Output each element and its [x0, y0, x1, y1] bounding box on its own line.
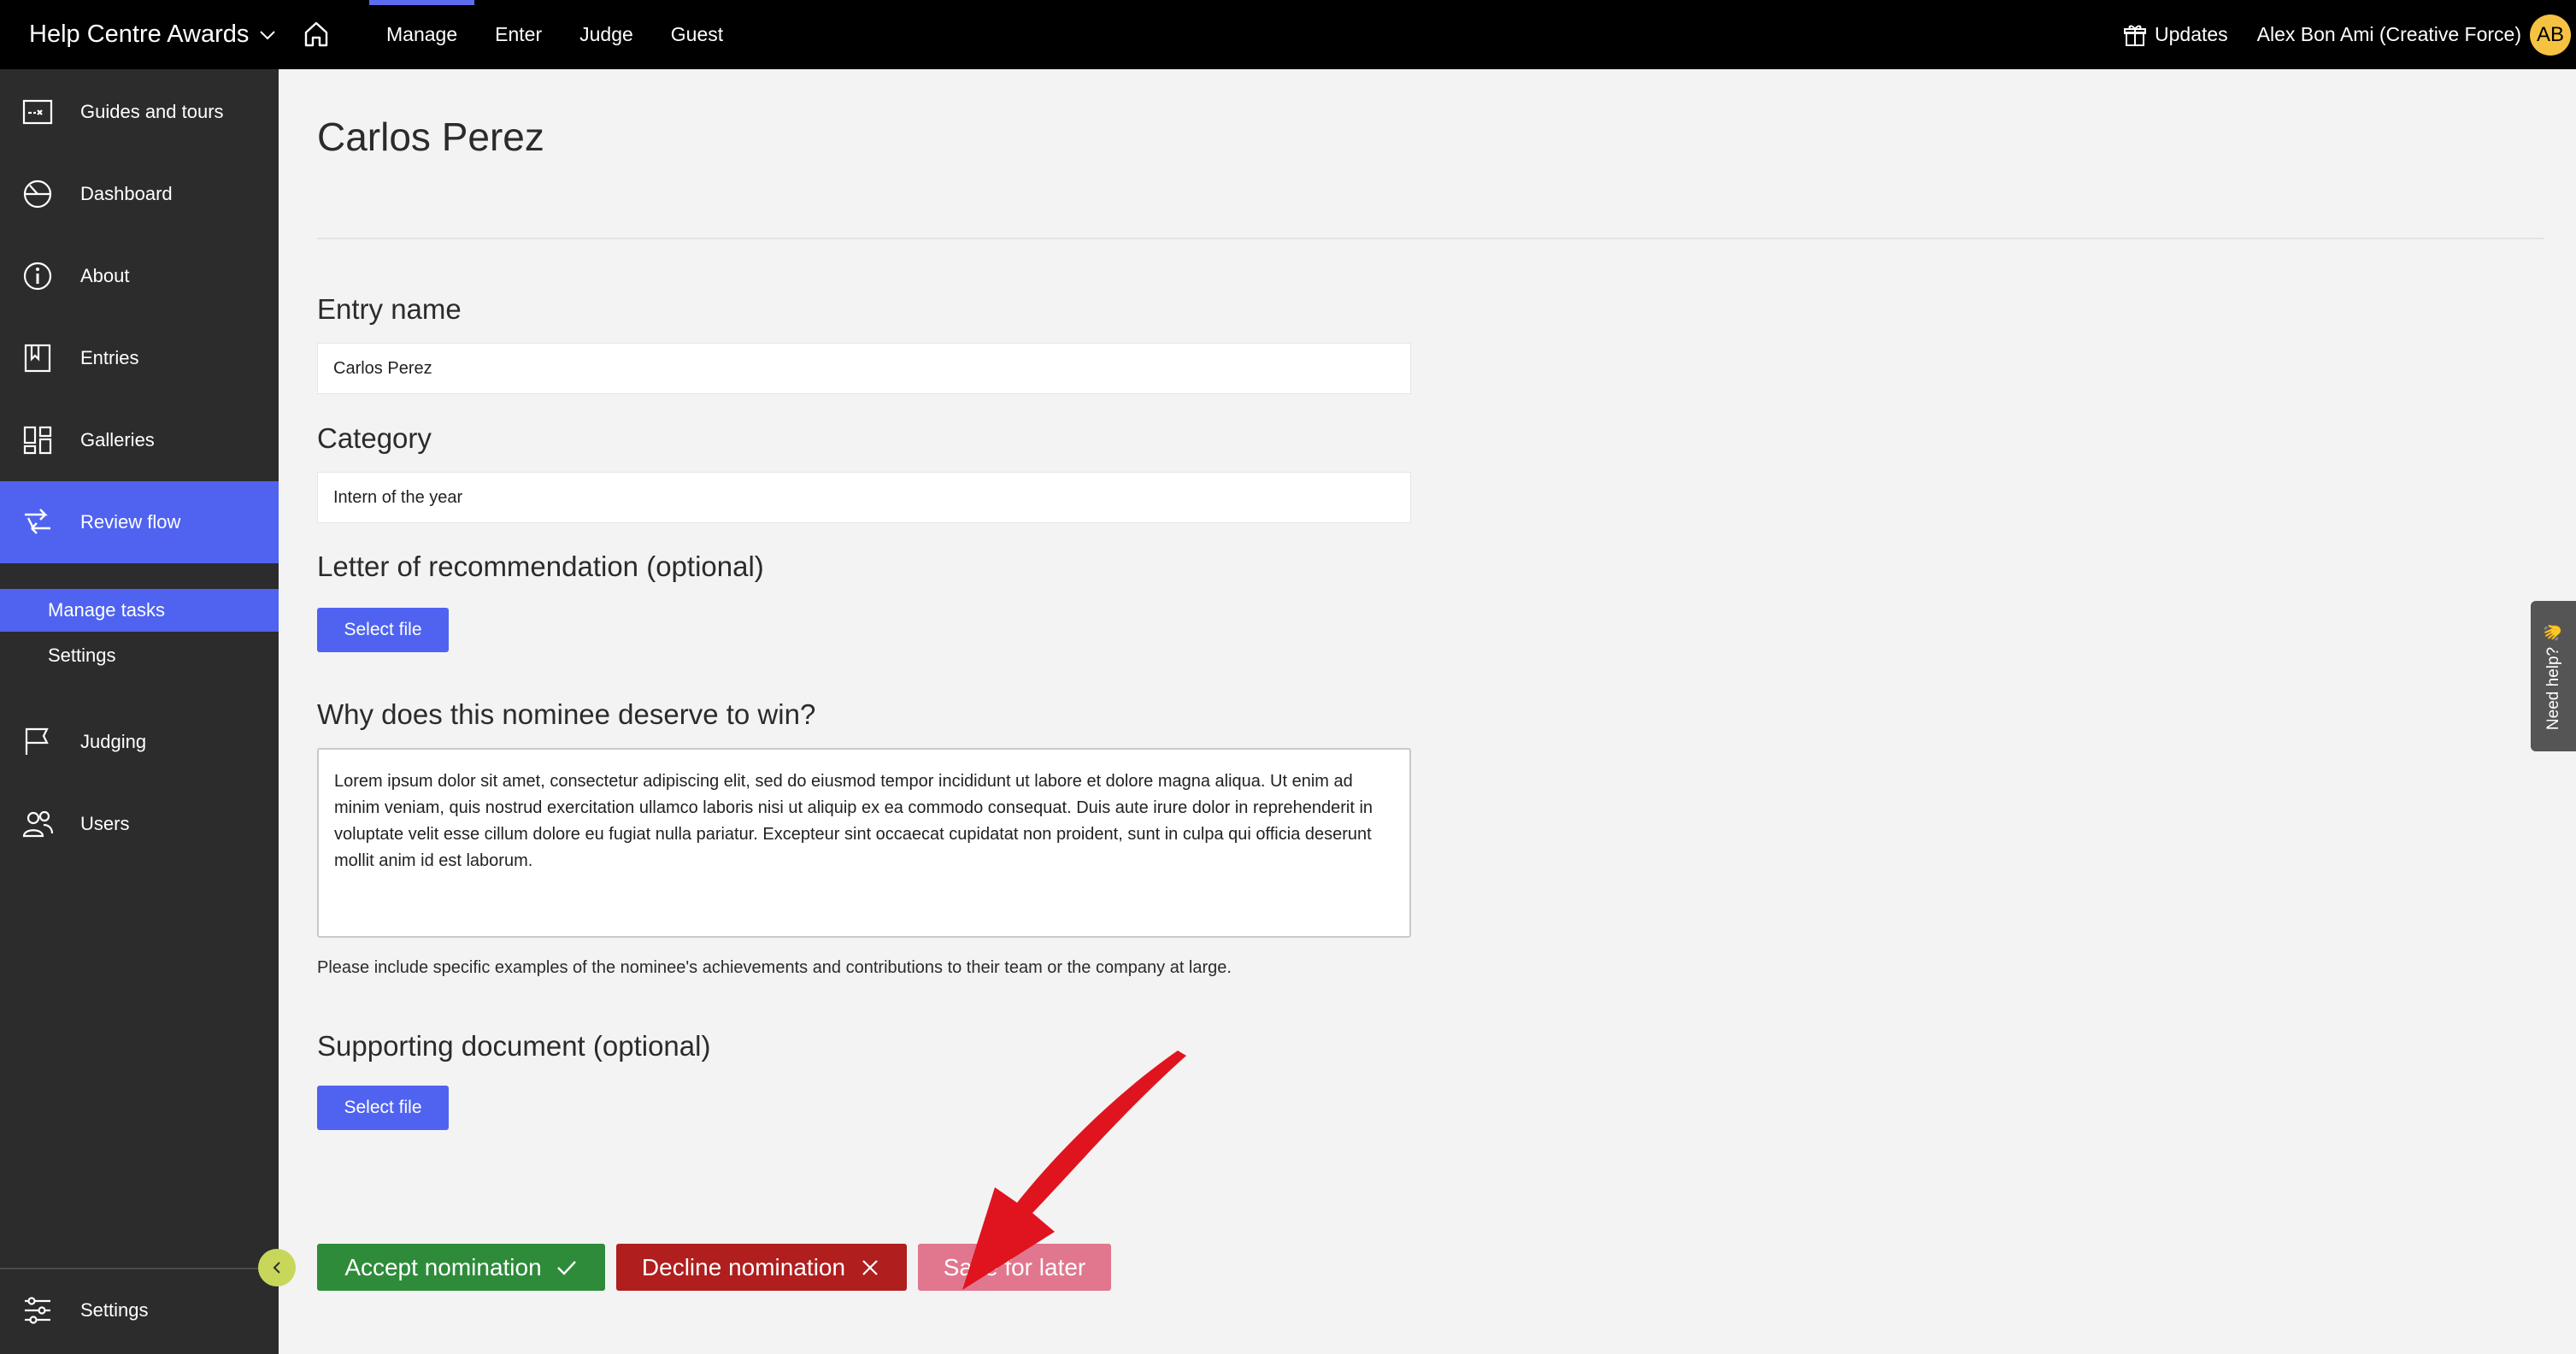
why-help-text: Please include specific examples of the … — [317, 958, 1232, 977]
sidebar-item-dashboard[interactable]: Dashboard — [0, 153, 279, 235]
divider — [317, 238, 2544, 239]
sidebar: Guides and tours Dashboard About Entries… — [0, 69, 279, 1354]
chevron-left-icon — [273, 1262, 280, 1274]
sidebar-item-label: Judging — [80, 731, 147, 752]
sidebar-item-about[interactable]: About — [0, 235, 279, 317]
collapse-sidebar-button[interactable] — [258, 1249, 296, 1286]
check-icon — [556, 1260, 576, 1275]
brand-menu[interactable]: Help Centre Awards — [29, 0, 278, 69]
sidebar-item-galleries[interactable]: Galleries — [0, 399, 279, 481]
decline-label: Decline nomination — [641, 1253, 846, 1280]
close-icon — [862, 1259, 878, 1275]
sliders-icon — [21, 1293, 55, 1328]
category-label: Category — [317, 422, 432, 454]
main-content: Carlos Perez Entry name Carlos Perez Cat… — [279, 69, 2576, 1354]
sidebar-item-settings[interactable]: Settings — [0, 1269, 279, 1351]
supporting-label: Supporting document (optional) — [317, 1030, 711, 1062]
sidebar-item-label: Settings — [80, 1299, 149, 1321]
sidebar-item-label: Entries — [80, 347, 139, 368]
sidebar-item-guides[interactable]: Guides and tours — [0, 71, 279, 153]
top-bar: Help Centre Awards Manage Enter Judge Gu… — [0, 0, 2576, 69]
sidebar-item-review-flow[interactable]: Review flow — [0, 481, 279, 563]
why-label: Why does this nominee deserve to win? — [317, 698, 816, 730]
flag-icon — [21, 725, 55, 759]
map-icon — [21, 95, 55, 129]
category-field[interactable]: Intern of the year — [317, 472, 1411, 523]
entry-name-field[interactable]: Carlos Perez — [317, 343, 1411, 394]
bookmark-icon — [21, 341, 55, 375]
why-textarea[interactable]: Lorem ipsum dolor sit amet, consectetur … — [317, 748, 1411, 938]
sidebar-item-label: Guides and tours — [80, 101, 224, 122]
top-right: Updates Alex Bon Ami (Creative Force) AB — [2122, 0, 2576, 69]
letter-label: Letter of recommendation (optional) — [317, 550, 764, 582]
sidebar-item-users[interactable]: Users — [0, 783, 279, 865]
sidebar-subitem-settings[interactable]: Settings — [0, 634, 279, 677]
save-for-later-button[interactable]: Save for later — [918, 1244, 1111, 1291]
info-icon — [21, 259, 55, 293]
page-title: Carlos Perez — [317, 115, 544, 159]
avatar[interactable]: AB — [2530, 14, 2571, 56]
updates-label: Updates — [2155, 23, 2228, 45]
brand-title: Help Centre Awards — [29, 21, 250, 48]
review-flow-icon — [21, 505, 55, 539]
action-buttons: Accept nomination Decline nomination Sav… — [317, 1244, 1111, 1291]
entry-name-label: Entry name — [317, 293, 462, 325]
select-file-letter-button[interactable]: Select file — [317, 608, 449, 652]
sidebar-item-entries[interactable]: Entries — [0, 317, 279, 399]
grid-icon — [21, 423, 55, 457]
updates-button[interactable]: Updates — [2122, 22, 2228, 48]
users-icon — [21, 807, 55, 841]
need-help-tab[interactable]: Need help? 👋 — [2531, 601, 2576, 751]
nav-manage[interactable]: Manage — [368, 0, 476, 69]
chevron-down-icon — [260, 30, 276, 39]
select-file-supporting-button[interactable]: Select file — [317, 1086, 449, 1130]
nav-guest[interactable]: Guest — [652, 0, 742, 69]
sidebar-item-label: About — [80, 265, 130, 286]
gift-icon — [2124, 25, 2146, 46]
nav-enter[interactable]: Enter — [476, 0, 561, 69]
sidebar-item-label: Galleries — [80, 429, 155, 450]
sidebar-item-label: Users — [80, 813, 130, 834]
need-help-label: Need help? 👋 — [2544, 621, 2563, 731]
sidebar-subitem-manage-tasks[interactable]: Manage tasks — [0, 589, 279, 632]
nav-judge[interactable]: Judge — [561, 0, 652, 69]
decline-nomination-button[interactable]: Decline nomination — [616, 1244, 907, 1291]
sidebar-item-label: Dashboard — [80, 183, 173, 204]
accept-nomination-button[interactable]: Accept nomination — [317, 1244, 605, 1291]
user-name[interactable]: Alex Bon Ami (Creative Force) — [2257, 23, 2521, 46]
sidebar-item-label: Review flow — [80, 511, 181, 533]
dashboard-gauge-icon — [21, 177, 55, 211]
home-icon[interactable] — [301, 19, 332, 50]
sidebar-item-judging[interactable]: Judging — [0, 701, 279, 783]
accept-label: Accept nomination — [344, 1253, 542, 1280]
main-nav: Manage Enter Judge Guest — [368, 0, 742, 69]
